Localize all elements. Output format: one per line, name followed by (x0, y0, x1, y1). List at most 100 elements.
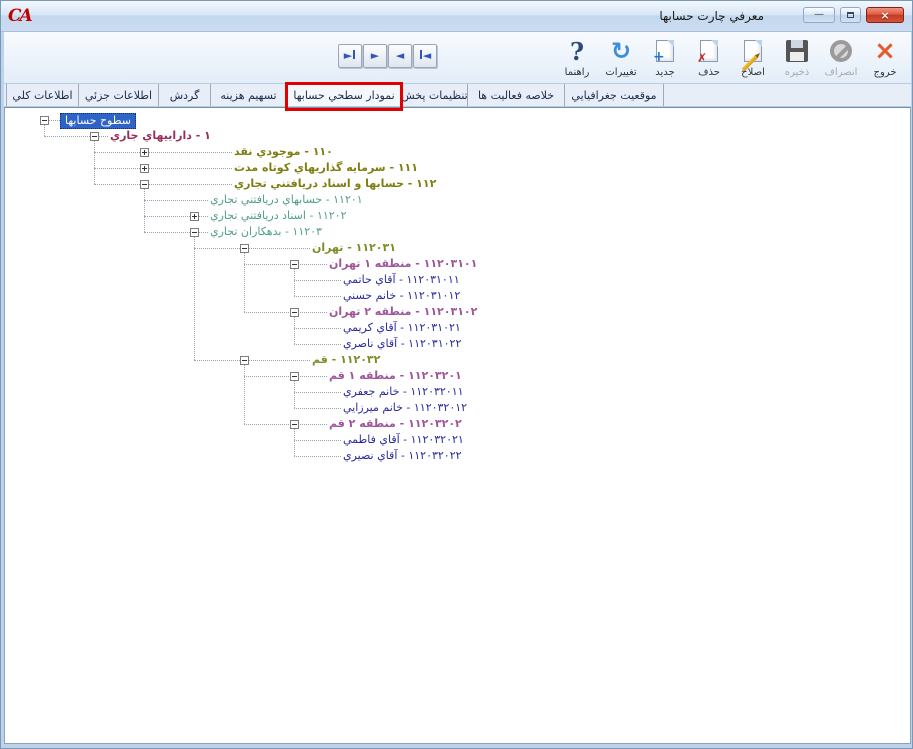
toolbar-button-label: راهنما (565, 67, 590, 78)
tree-node[interactable]: ١١٠ - موجودي نقد (232, 145, 335, 159)
tree-node[interactable]: ١١٢٠٣٢٠١١ - خانم جعفري (341, 385, 466, 399)
collapse-minus-icon[interactable] (290, 308, 299, 317)
collapse-minus-icon[interactable] (290, 260, 299, 269)
tree-connector-line (294, 296, 341, 297)
close-button[interactable]: × (866, 7, 904, 23)
bar-left-arrow-icon: ◄ (419, 50, 431, 62)
record-navigation: ► ► ◄ ◄ (338, 44, 438, 68)
toolbar-button-label: تغييرات (605, 67, 636, 78)
tree-vertical-line (144, 189, 145, 232)
expand-plus-icon (140, 148, 149, 157)
save-button[interactable]: ذخيره (775, 34, 819, 82)
chart-panel: سطوح حسابها١ - داراييهاي جاري ١١٠ - موجود… (4, 107, 911, 744)
help-button[interactable]: ?راهنما (555, 34, 599, 82)
tree-connector-line (294, 392, 341, 393)
tree-node[interactable]: ١١٢٠٣١٠٢٢ - آقاي ناصري (341, 337, 463, 351)
cancel-circle-icon (830, 36, 852, 66)
tab-label: اطلاعات كلي (12, 89, 72, 102)
minimize-icon: — (814, 10, 824, 20)
tree-vertical-line (94, 141, 95, 184)
tree-node[interactable]: ١١٢٠٣٢٠٢١ - آقاي فاطمي (341, 433, 466, 447)
tree-node[interactable]: ١١٢٠٣١٠٢ - منطقه ٢ تهران (327, 305, 479, 319)
tree-node[interactable]: ١١٢٠٣٢٠٢٢ - آقاي نصيري (341, 449, 464, 463)
tree-node-selected[interactable]: سطوح حسابها (60, 113, 136, 129)
new-button[interactable]: +جديد (643, 34, 687, 82)
tree-vertical-line (294, 269, 295, 296)
tree-connector-line (244, 312, 327, 313)
toolbar-button-label: جديد (655, 67, 674, 78)
tree-connector-line (244, 424, 327, 425)
tree-connector-line (94, 168, 232, 169)
tree-connector-line (94, 152, 232, 153)
tab-label: موقعيت جغرافيايي (571, 89, 656, 102)
toolbar-button-label: ذخيره (785, 67, 809, 78)
refresh-icon: ↻ (611, 36, 631, 66)
tab-2[interactable]: گردش (159, 84, 211, 106)
changes-button[interactable]: ↻تغييرات (599, 34, 643, 82)
exit-button[interactable]: ×خروج (863, 34, 907, 82)
delete-button[interactable]: ✗حذف (687, 34, 731, 82)
tree-node[interactable]: ١١٢٠٣١٠١١ - آقاي حاتمي (341, 273, 462, 287)
tab-3[interactable]: تسهيم هزينه (211, 84, 287, 106)
tree-connector-line (244, 376, 327, 377)
tree-connector-line (294, 408, 341, 409)
tree-connector-line (244, 264, 327, 265)
tree-node[interactable]: ١١٢٠١ - حسابهاي دريافتني تجاري (208, 193, 365, 207)
tree-node[interactable]: ١١٢٠٣٢٠١٢ - خانم ميرزايي (341, 401, 469, 415)
tree-node[interactable]: ١١٢٠٣١٠٢١ - آقاي كريمي (341, 321, 463, 335)
tab-label: گردش (170, 89, 200, 102)
nav-first-button[interactable]: ◄ (413, 44, 437, 68)
tree-connector-line (94, 184, 232, 185)
tab-label: تسهيم هزينه (220, 89, 276, 102)
toolbar-button-label: حذف (698, 67, 720, 78)
tree-node[interactable]: ١١٢٠٣١ - تهران (310, 241, 398, 255)
nav-last-button[interactable]: ► (338, 44, 362, 68)
window-title: معرفي چارت حسابها (659, 9, 764, 23)
collapse-minus-icon[interactable] (290, 372, 299, 381)
collapse-minus-icon[interactable] (290, 420, 299, 429)
pencil-page-icon (744, 36, 762, 66)
collapse-minus-icon[interactable] (40, 116, 49, 125)
app-window: CA معرفي چارت حسابها — × ×خروجانصرافذخير… (0, 0, 913, 749)
minimize-button[interactable]: — (803, 7, 835, 23)
tree-node[interactable]: ١ - داراييهاي جاري (108, 129, 213, 143)
tab-7[interactable]: موقعيت جغرافيايي (565, 84, 664, 106)
right-arrow-icon: ► (371, 50, 379, 62)
tab-strip: اطلاعات كلي اطلاعات جزئي گردش تسهيم هزينه نم… (4, 84, 911, 107)
toolbar-button-label: خروج (874, 67, 897, 78)
accounts-tree: سطوح حسابها١ - داراييهاي جاري ١١٠ - موجود… (5, 108, 910, 743)
tab-0[interactable]: اطلاعات كلي (6, 84, 79, 106)
tree-node[interactable]: ١١٢ - حسابها و اسناد دريافتني تجاري (232, 177, 438, 191)
tree-node[interactable]: ١١٢٠٢ - اسناد دريافتني تجاري (208, 209, 348, 223)
tree-node[interactable]: ١١٢٠٣٢٠١ - منطقه ١ قم (327, 369, 464, 383)
collapse-minus-icon[interactable] (240, 244, 249, 253)
floppy-disk-icon (786, 36, 808, 66)
tab-1[interactable]: اطلاعات جزئي (79, 84, 159, 106)
restore-button[interactable] (840, 7, 861, 23)
tree-node[interactable]: ١١٢٠٣٢ - قم (310, 353, 382, 367)
tab-4[interactable]: نمودار سطحي حسابها (287, 84, 402, 106)
cancel-button[interactable]: انصراف (819, 34, 863, 82)
exit-x-icon: × (874, 36, 896, 66)
restore-icon (847, 12, 854, 18)
edit-button[interactable]: اصلاح (731, 34, 775, 82)
expand-plus-icon (190, 212, 199, 221)
tree-node[interactable]: ١١٢٠٣٢٠٢ - منطقه ٢ قم (327, 417, 464, 431)
collapse-minus-icon[interactable] (190, 228, 199, 237)
tree-vertical-line (244, 253, 245, 312)
question-icon: ? (570, 36, 584, 66)
tree-node[interactable]: ١١١ - سرمايه گذاريهاي كوتاه مدت (232, 161, 420, 175)
tab-5[interactable]: تنظيمات پخش (402, 84, 468, 106)
tab-6[interactable]: خلاصه فعاليت ها (468, 84, 565, 106)
tab-label: تنظيمات پخش (401, 89, 467, 102)
tree-connector-line (294, 328, 341, 329)
collapse-minus-icon[interactable] (140, 180, 149, 189)
tree-node[interactable]: ١١٢٠٣١٠١ - منطقه ١ تهران (327, 257, 479, 271)
nav-prev-button[interactable]: ◄ (388, 44, 412, 68)
collapse-minus-icon[interactable] (240, 356, 249, 365)
nav-next-button[interactable]: ► (363, 44, 387, 68)
tree-node[interactable]: ١١٢٠٣ - بدهكاران تجاري (208, 225, 324, 239)
tree-node[interactable]: ١١٢٠٣١٠١٢ - خانم حسني (341, 289, 462, 303)
tree-connector-line (194, 248, 310, 249)
collapse-minus-icon[interactable] (90, 132, 99, 141)
